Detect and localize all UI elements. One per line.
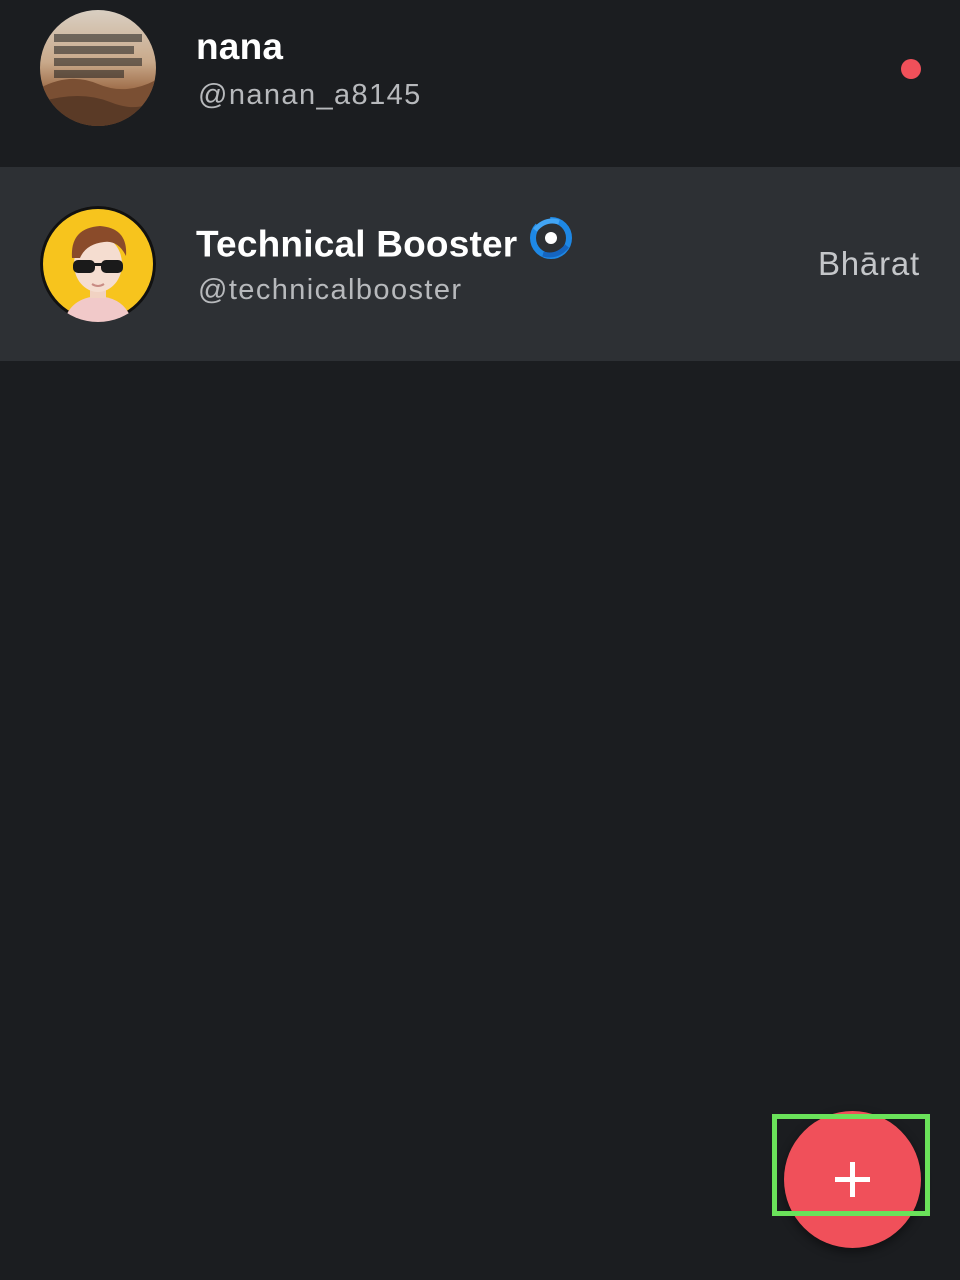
account-handle: @nanan_a8145 [198, 79, 422, 111]
avatar [40, 10, 156, 126]
quote-landscape-avatar-icon [40, 10, 156, 126]
verified-swirl-icon [529, 216, 573, 269]
account-row-technical-booster[interactable]: Technical Booster @technicalbooster Bhār… [0, 167, 960, 361]
unread-indicator [901, 59, 921, 79]
cartoon-person-sunglasses-avatar-icon [40, 206, 156, 322]
account-list-screen: nana @nanan_a8145 Technical Booster @tec… [0, 0, 960, 1280]
add-account-button[interactable] [784, 1111, 921, 1248]
account-name-text: Technical Booster [196, 223, 518, 265]
account-name: nana [196, 26, 284, 67]
account-row-nana[interactable]: nana @nanan_a8145 [0, 0, 960, 165]
plus-icon [835, 1162, 870, 1197]
avatar [40, 206, 156, 322]
account-handle: @technicalbooster [198, 274, 463, 306]
account-name: Technical Booster [196, 217, 573, 273]
region-label: Bhārat [817, 245, 920, 282]
